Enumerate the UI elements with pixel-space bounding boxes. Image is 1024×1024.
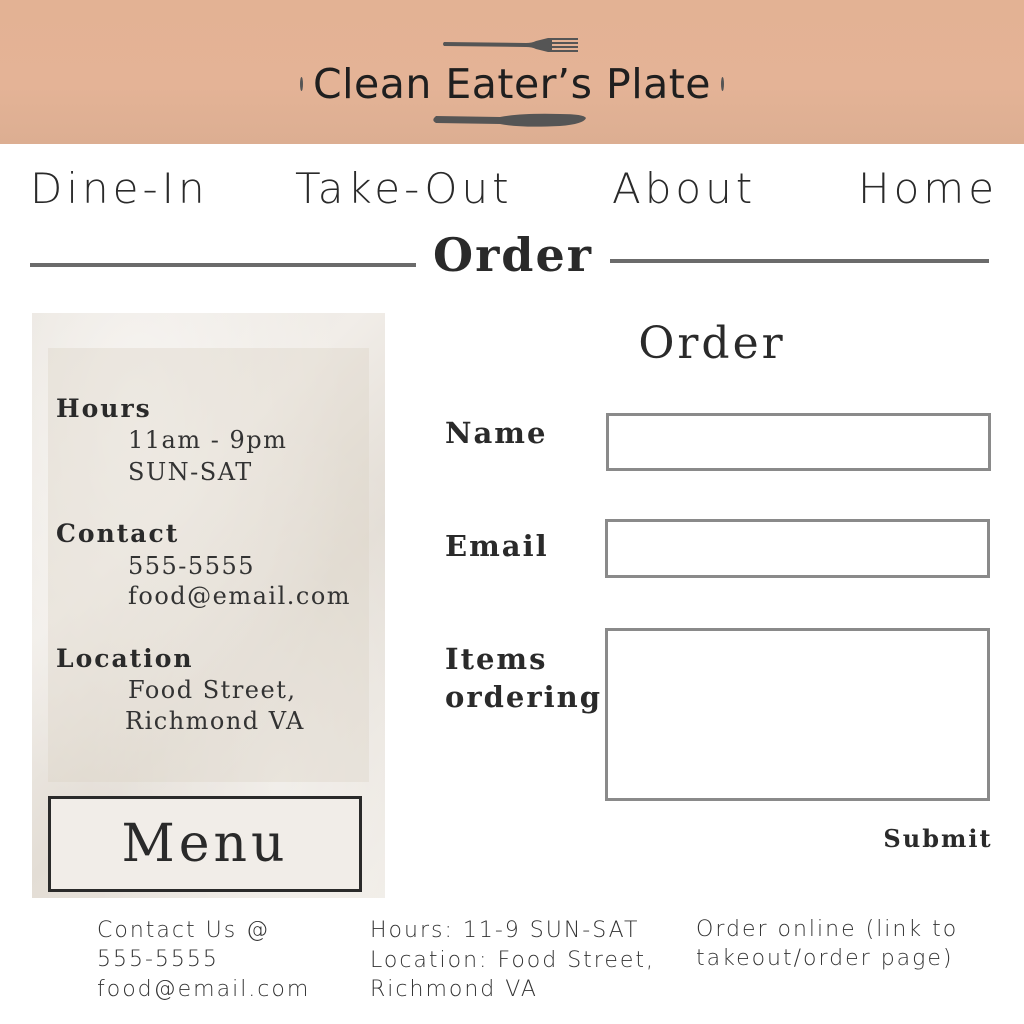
- menu-button[interactable]: Menu: [48, 796, 362, 892]
- site-title: Clean Eater’s Plate: [300, 54, 724, 114]
- nav-dine-in[interactable]: Dine-In: [30, 164, 209, 213]
- page-title: Order: [433, 228, 593, 282]
- contact-label: Contact: [56, 519, 180, 548]
- footer-contact-line-1: Contact Us @: [97, 918, 271, 943]
- submit-button[interactable]: Submit: [880, 818, 996, 858]
- contact-email: food@email.com: [128, 582, 352, 610]
- footer-contact-line-3: food@email.com: [97, 977, 311, 1002]
- nav-about[interactable]: About: [612, 164, 756, 213]
- form-title: Order: [638, 318, 786, 369]
- divider-right: [610, 259, 989, 263]
- items-label-line-2: ordering: [445, 680, 603, 714]
- email-label: Email: [445, 529, 549, 563]
- email-input[interactable]: [605, 519, 990, 578]
- title-dot-left: [300, 77, 303, 91]
- site-header: Clean Eater’s Plate: [0, 0, 1024, 144]
- title-dot-right: [721, 77, 724, 91]
- fork-icon: [443, 38, 578, 52]
- location-label: Location: [56, 644, 194, 673]
- hours-days: SUN-SAT: [128, 458, 253, 486]
- hours-label: Hours: [56, 394, 152, 423]
- footer-contact-line-2: 555-5555: [97, 947, 219, 972]
- name-input[interactable]: [606, 413, 991, 471]
- footer-location-line-1: Location: Food Street,: [370, 948, 656, 973]
- hours-time: 11am - 9pm: [128, 426, 288, 454]
- location-line-1: Food Street,: [128, 676, 297, 704]
- nav-home[interactable]: Home: [858, 164, 998, 213]
- footer-hours-line-1: Hours: 11-9 SUN-SAT: [370, 918, 640, 943]
- site-title-text: Clean Eater’s Plate: [312, 60, 712, 108]
- items-label: Items ordering: [445, 640, 602, 716]
- footer-order-link-line-1[interactable]: Order online (link to: [696, 917, 958, 942]
- location-line-2: Richmond VA: [125, 707, 305, 735]
- items-label-line-1: Items: [445, 642, 548, 676]
- footer-order-link-line-2[interactable]: takeout/order page): [696, 946, 953, 971]
- contact-phone: 555-5555: [128, 552, 255, 580]
- divider-left: [30, 263, 416, 267]
- name-label: Name: [445, 416, 548, 450]
- nav-take-out[interactable]: Take-Out: [295, 164, 513, 213]
- footer-location-line-2: Richmond VA: [370, 977, 538, 1002]
- items-textarea[interactable]: [605, 628, 990, 801]
